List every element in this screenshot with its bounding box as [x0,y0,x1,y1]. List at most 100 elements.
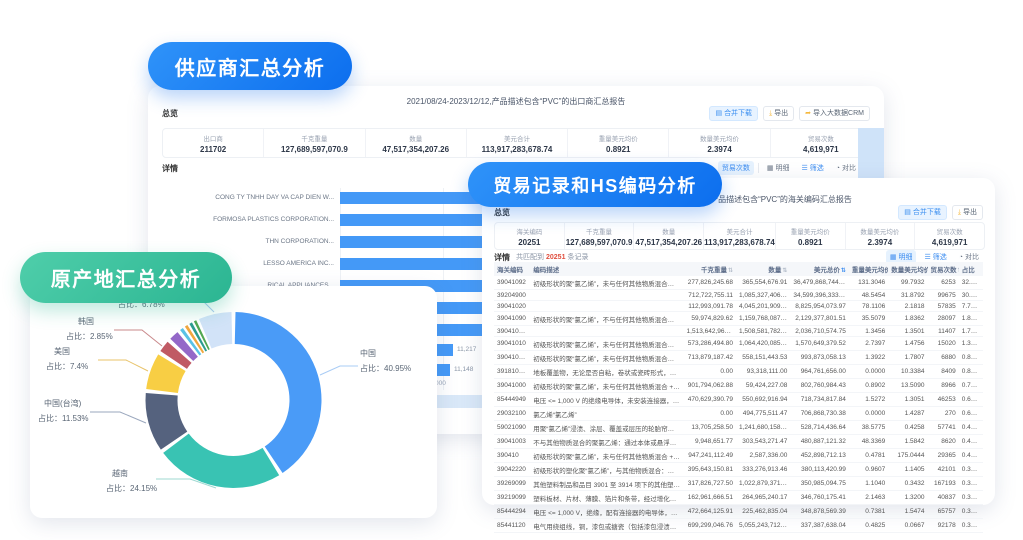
stat-cell: 千克重量 127,689,597,070.9 [563,223,634,249]
sort-icon[interactable]: ⇅ [841,268,846,274]
donut-label-percent: 占比：11.53% [38,414,89,423]
value-cell: 0.3432 [888,476,928,491]
value-cell: 112,993,091.78 [683,300,736,312]
table-row: 29032100 氯乙烯“氯乙烯” 0.00 494,775,511.47 706,86… [494,406,983,421]
column-header-美元总价[interactable]: 美元总价⇅ [790,262,849,276]
stat-label: 数量 [409,135,423,143]
table-row: 39041000初级形状的聚“氯乙烯”，未与任何其他物质混合 + 未混合聚氯乙烯… [494,378,983,393]
hs-code-cell: 85441120 [494,518,531,533]
column-header-贸易次数[interactable]: 贸易次数⇅ [927,262,959,276]
column-header-编码描述: 编码描述 [530,262,684,276]
hs-code-cell: 3918109010 [494,364,531,379]
compare-button[interactable]: ◔ 对比 [832,161,860,175]
column-header-千克重量[interactable]: 千克重量⇅ [683,262,736,276]
value-cell: 346,760,175.41 [790,490,849,505]
value-cell: 0.9607 [848,462,889,477]
sort-icon[interactable]: ⇅ [782,268,787,274]
value-cell: 1,022,879,371.68 [735,476,791,491]
merge-download-button[interactable]: ▤ 合并下载 [898,204,947,220]
stat-cell: 美元合计 113,917,283,678.74 [703,223,775,249]
value-cell: 6880 [927,350,959,365]
hs-code-cell: 39041003 [494,434,531,449]
export-button[interactable]: ⤓ 导出 [763,105,795,121]
value-cell: 1,513,642,969.91 [683,325,736,337]
metric-trade-count-toggle[interactable]: 贸易次数 [717,161,754,175]
stat-value: 127,689,597,070.9 [281,144,348,154]
value-cell: 1,159,768,087.56 [735,311,791,326]
value-cell: 0.0667 [888,518,928,533]
filter-button[interactable]: ☰ 筛选 [797,161,827,175]
stat-label: 重量美元均价 [790,228,830,236]
detail-view-button[interactable]: ▦ 明细 [763,161,794,175]
value-cell: 30.37% [958,289,983,301]
divider [757,163,759,173]
code-desc-cell: 地板覆盖物，无论是否自粘，卷状或瓷砖形式，以及墙壁或天花板覆盖… [530,364,684,379]
value-cell: 303,543,271.47 [735,434,791,449]
value-cell: 0.8902 [848,378,889,393]
value-cell: 380,113,420.99 [790,462,849,477]
code-desc-cell: 初级形状的塑化聚“氯乙烯”，与其他物质混合：颗粒 [530,462,684,477]
stat-value: 127,689,597,070.9 [565,237,633,247]
code-desc-cell: 初级形状的聚“氯乙烯”，未与任何其他物质混合：其他：粉末 [530,276,684,290]
value-cell: 0.87% [958,350,983,365]
value-cell: 317,826,727.50 [683,476,736,491]
import-crm-button[interactable]: ➦ 导入大数据CRM [799,105,870,121]
hs-code-cell: 39041020 [494,300,531,312]
value-cell: 6253 [927,276,959,290]
value-cell: 1.87% [958,311,983,326]
value-cell: 34,599,396,333.19 [790,289,849,301]
donut-label-name: 中国(台湾) [44,399,82,408]
column-header-数量[interactable]: 数量⇅ [735,262,791,276]
value-cell: 8,825,954,073.97 [790,300,849,312]
donut-label-percent: 占比：7.4% [46,362,89,371]
stat-label: 美元合计 [726,228,753,236]
value-cell: 48.3369 [848,434,889,449]
origin-summary-panel: 中国 占比：40.95% 越南 占比：24.15% 中国(台湾) 占比：11.53% 美国占… [30,286,437,518]
value-cell: 1.3456 [848,325,889,337]
value-cell: 1,085,327,406.42 [735,289,791,301]
value-cell: 57835 [927,300,959,312]
value-cell: 59,974,829.62 [683,311,736,326]
value-cell: 395,643,150.81 [683,462,736,477]
value-cell: 472,664,125.91 [683,504,736,519]
code-desc-cell: 初级形状的聚“氯乙烯”，未与任何其他物质混合 + 未混合聚氯乙烯 + [530,378,684,393]
hs-code-cell: 29032100 [494,406,531,421]
sort-icon[interactable]: ⇅ [728,268,733,274]
leader-line [90,411,147,424]
value-cell: 1.4756 [888,336,928,351]
stat-label: 千克重量 [301,135,328,143]
code-desc-cell: 初级形状的聚“氯乙烯”，不与任何其他物质混合：其他等（氯乙烯）… [530,311,684,326]
export-button[interactable]: ⤓ 导出 [951,204,983,220]
stat-value: 2.3974 [867,237,893,247]
stat-value: 211702 [200,144,227,154]
value-cell: 8409 [927,364,959,379]
column-header-重量美元均价: 重量美元均价 [848,262,889,276]
compare-icon: ◔ [835,164,840,172]
trade-hs-analysis-badge: 贸易记录和HS编码分析 [468,162,722,207]
donut-label-percent: 占比：24.15% [106,484,158,493]
column-header-占比: 占比 [958,262,983,276]
code-desc-cell: 初级形状的聚“氯乙烯”，未与任何其他物质混合：乳液级 PVC 树脂/PV… [530,336,684,351]
value-cell: 131.3046 [848,276,889,290]
value-cell: 15020 [927,336,959,351]
bar-category-label: CONG TY TNHH DAY VA CAP DIEN W... [215,194,334,201]
scroll-sliver[interactable] [858,128,884,178]
donut-slice-越南 [163,433,280,488]
hs-code-report-panel: 2021/08/24-2023/12/12,产品描述包含“PVC”的海关编码汇总… [482,178,995,533]
hs-code-cell: 390410000019 [494,325,531,337]
value-cell: 10.3384 [888,364,928,379]
match-count-text: 共匹配到 20251 条记录 [516,254,589,261]
sort-icon[interactable]: ⇅ [958,268,959,274]
value-cell: 1.1040 [848,476,889,491]
table-row: 39041090初级形状的聚“氯乙烯”，不与任何其他物质混合：其他等（氯乙烯）…… [494,311,983,326]
stat-cell: 贸易次数 4,619,971 [769,129,871,157]
stat-value: 4,619,971 [803,144,839,154]
hs-code-cell: 85444949 [494,392,531,407]
code-desc-cell: 初级形状的聚“氯乙烯”，未与任何其他物质混合：悬浮级 PVC 树脂 [530,350,684,365]
value-cell: 8966 [927,378,959,393]
export-icon: ⤓ [769,109,773,117]
supplier-overview-stats: 出口商 211702 千克重量 127,689,597,070.9 数量 47,517,3… [162,128,872,158]
table-row: 85441120电气用绕组线，铜，漆包或搪瓷（包括漆包浸渍阳极氧化）电缆、电线（… [494,518,983,533]
code-desc-cell: 电压 <= 1,000 V 的绝缘电导体，未安装连接器，其他电缆（包括浸渍… [530,392,684,407]
merge-download-button[interactable]: ▤ 合并下载 [709,105,759,121]
